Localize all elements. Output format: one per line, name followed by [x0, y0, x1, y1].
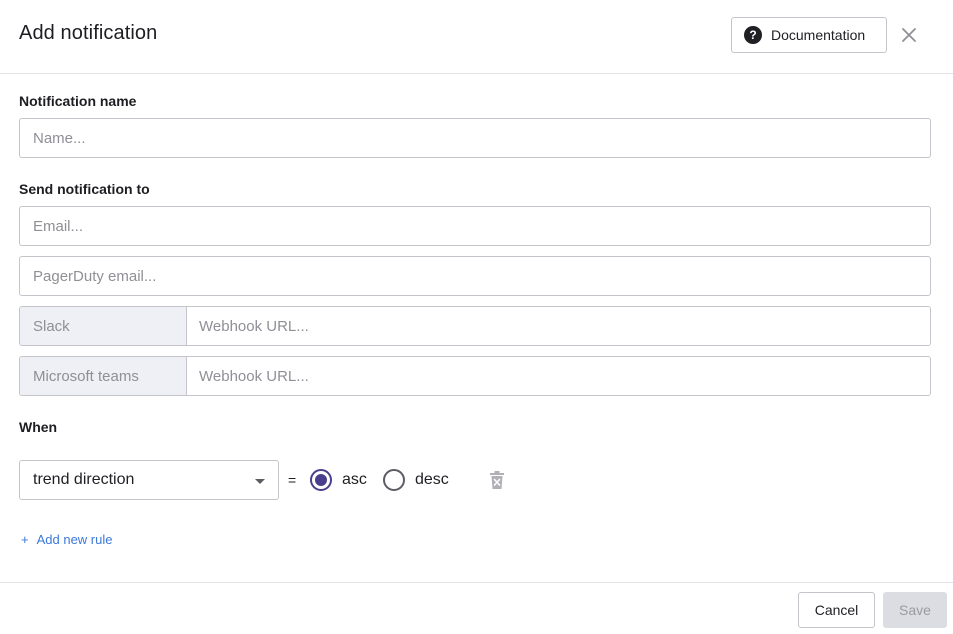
send-notification-to-label: Send notification to	[19, 181, 150, 197]
add-new-rule-link[interactable]: + Add new rule	[21, 532, 112, 547]
dialog-footer: Cancel Save	[0, 582, 953, 634]
radio-asc-label[interactable]: asc	[342, 471, 367, 489]
radio-desc-label[interactable]: desc	[415, 471, 449, 489]
help-icon: ?	[744, 26, 762, 44]
cancel-button[interactable]: Cancel	[798, 592, 875, 628]
radio-desc[interactable]	[383, 469, 405, 491]
slack-prefix: Slack	[20, 307, 187, 345]
when-label: When	[19, 419, 58, 435]
chevron-down-icon	[255, 479, 265, 484]
notification-name-input[interactable]	[19, 118, 931, 158]
plus-icon: +	[21, 532, 29, 547]
teams-webhook-input[interactable]	[187, 357, 930, 395]
rule-field-value: trend direction	[33, 471, 135, 488]
pagerduty-email-input[interactable]	[19, 256, 931, 296]
teams-webhook-group: Microsoft teams	[19, 356, 931, 396]
radio-asc[interactable]	[310, 469, 332, 491]
teams-prefix: Microsoft teams	[20, 357, 187, 395]
dialog-title: Add notification	[19, 22, 158, 44]
documentation-button[interactable]: ? Documentation	[731, 17, 887, 53]
slack-webhook-group: Slack	[19, 306, 931, 346]
dialog-header: Add notification ? Documentation	[0, 0, 953, 74]
delete-rule-icon[interactable]	[487, 469, 507, 491]
slack-webhook-input[interactable]	[187, 307, 930, 345]
email-input[interactable]	[19, 206, 931, 246]
save-button[interactable]: Save	[883, 592, 947, 628]
notification-name-label: Notification name	[19, 93, 137, 109]
rule-field-select[interactable]: trend direction	[19, 460, 279, 500]
documentation-label: Documentation	[771, 27, 866, 43]
add-new-rule-label: Add new rule	[36, 532, 113, 547]
close-icon[interactable]	[898, 24, 920, 46]
rule-operator: =	[288, 472, 297, 488]
